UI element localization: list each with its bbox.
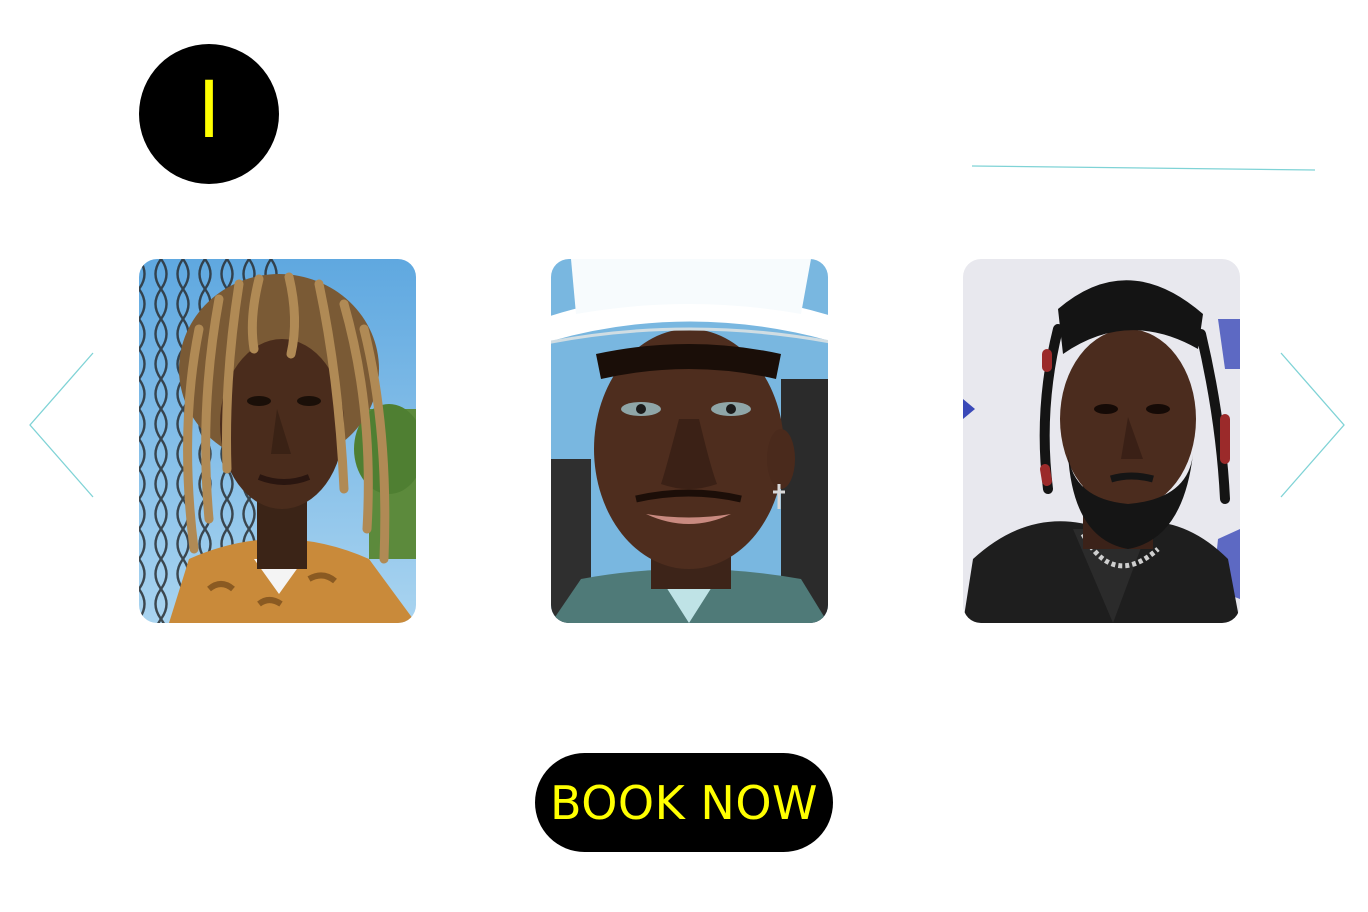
logo-letter: I	[197, 66, 221, 156]
artist-portrait-3	[963, 259, 1240, 623]
artist-card-3[interactable]	[963, 259, 1240, 623]
artist-portrait-2	[551, 259, 828, 623]
logo[interactable]: I	[139, 44, 279, 184]
artist-portrait-1	[139, 259, 416, 623]
header-divider-line	[972, 165, 1315, 171]
chevron-left-icon[interactable]	[26, 351, 96, 499]
artist-card-1[interactable]	[139, 259, 416, 623]
artist-card-2[interactable]	[551, 259, 828, 623]
book-now-button[interactable]: BOOK NOW	[535, 753, 833, 852]
chevron-right-icon[interactable]	[1278, 351, 1348, 499]
